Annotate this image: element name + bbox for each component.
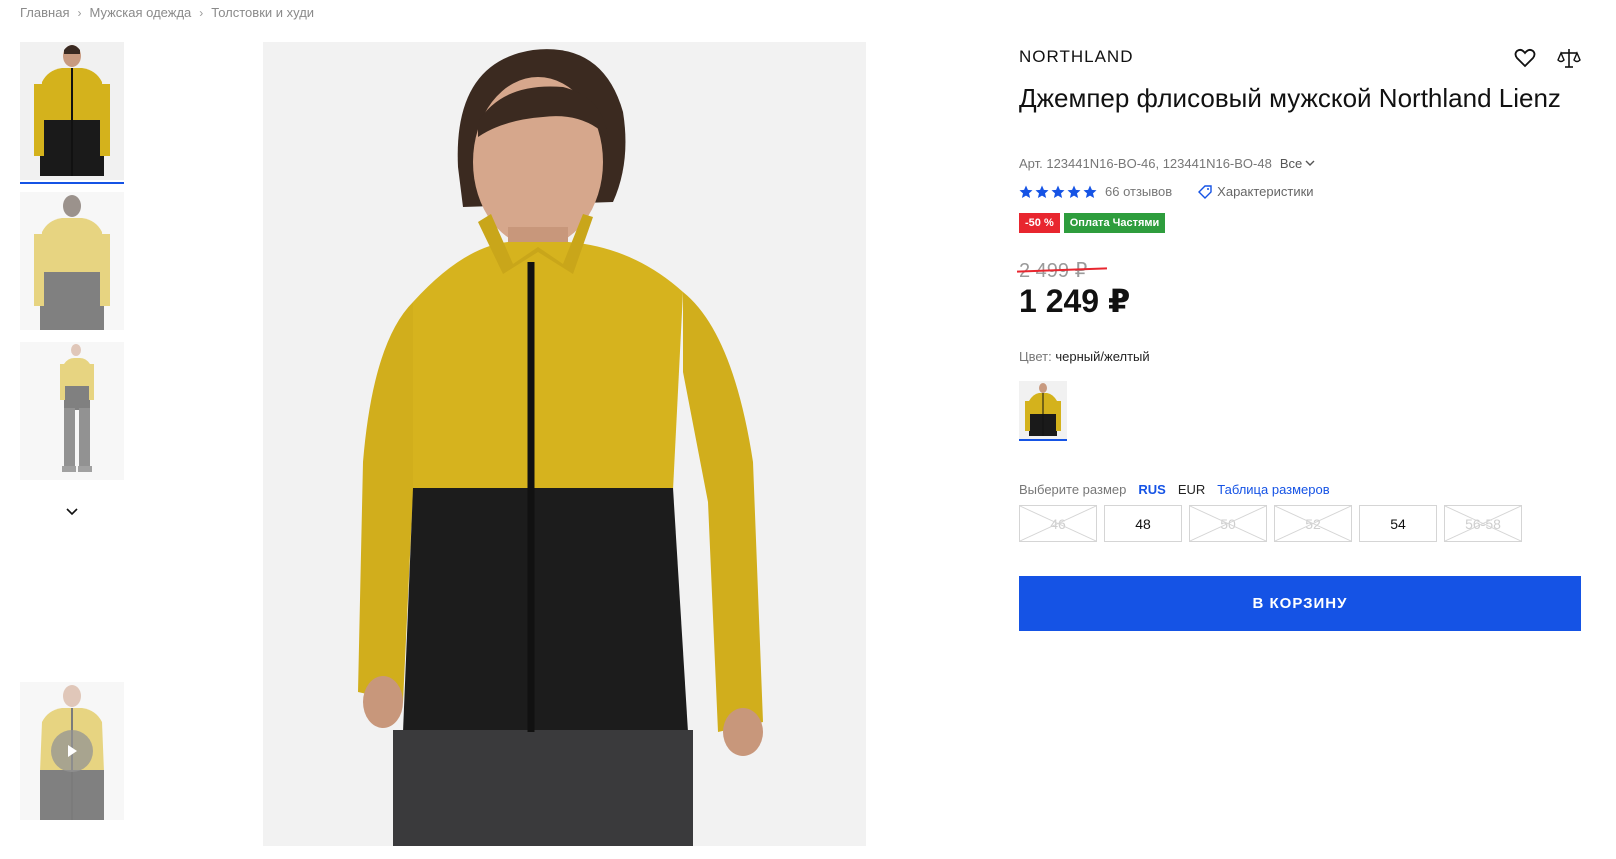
current-price: 1 249 ₽ [1019,283,1131,319]
color-label-text: Цвет: [1019,349,1052,364]
size-option-46[interactable]: 46 [1019,505,1097,542]
size-option-50[interactable]: 50 [1189,505,1267,542]
size-table-link[interactable]: Таблица размеров [1217,482,1329,497]
star-icon [1051,185,1065,198]
thumbnail-video[interactable] [20,682,124,820]
compare-scales-icon[interactable] [1557,46,1581,70]
article-all-label: Все [1279,156,1303,171]
reviews-link[interactable]: 66 отзывов [1105,184,1172,199]
thumbnail-front[interactable] [20,42,124,180]
chevron-down-icon [1305,160,1315,166]
rating-stars[interactable] [1019,185,1097,199]
size-option-56-58[interactable]: 56-58 [1444,505,1522,542]
color-value: черный/желтый [1055,349,1150,364]
breadcrumb-mens-clothing[interactable]: Мужская одежда [89,5,191,20]
heart-icon[interactable] [1513,46,1537,70]
color-swatch[interactable] [1019,381,1067,439]
breadcrumb-hoodies[interactable]: Толстовки и худи [211,5,314,20]
product-actions [1513,46,1581,70]
thumbnail-active-indicator [20,182,124,184]
article-all-toggle[interactable]: Все [1280,156,1315,171]
star-icon [1035,185,1049,198]
article-numbers: Арт. 123441N16-BO-46, 123441N16-BO-48 Вс… [1019,156,1315,171]
size-system-rus[interactable]: RUS [1138,482,1165,497]
add-to-cart-button[interactable]: В КОРЗИНУ [1019,576,1581,631]
article-text: Арт. 123441N16-BO-46, 123441N16-BO-48 [1019,156,1272,171]
color-label: Цвет: черный/желтый [1019,349,1150,364]
discount-badge: -50 % [1019,213,1060,233]
chevron-down-icon[interactable] [64,505,80,519]
size-system-eur[interactable]: EUR [1178,482,1205,497]
tag-icon [1198,184,1212,199]
badges: -50 % Оплата Частями [1019,213,1166,233]
rating-row: 66 отзывов Характеристики [1019,184,1314,199]
thumbnail-full-body[interactable] [20,342,124,480]
product-title: Джемпер флисовый мужской Northland Lienz [1019,83,1561,113]
breadcrumb: Главная › Мужская одежда › Толстовки и х… [20,5,314,20]
play-icon[interactable] [51,730,93,772]
size-label: Выберите размер [1019,482,1127,497]
star-icon [1067,185,1081,198]
main-product-image[interactable] [263,42,866,846]
swatch-active-indicator [1019,439,1067,441]
specs-label: Характеристики [1217,184,1314,199]
size-option-label: 54 [1390,515,1406,532]
chevron-right-icon: › [77,5,82,20]
size-selector-header: Выберите размер RUS EUR Таблица размеров [1019,482,1330,497]
size-option-label: 48 [1135,515,1151,532]
size-option-54[interactable]: 54 [1359,505,1437,542]
star-icon [1019,185,1033,198]
specs-link[interactable]: Характеристики [1198,184,1314,199]
breadcrumb-home[interactable]: Главная [20,5,69,20]
star-icon [1083,185,1097,198]
thumbnail-back[interactable] [20,192,124,330]
size-option-48[interactable]: 48 [1104,505,1182,542]
brand-name[interactable]: NORTHLAND [1019,47,1133,67]
size-option-52[interactable]: 52 [1274,505,1352,542]
size-options: 46 48 50 52 54 56-58 [1019,505,1522,542]
installments-badge[interactable]: Оплата Частями [1063,213,1166,233]
chevron-right-icon: › [199,5,204,20]
old-price: 2 499 ₽ [1016,258,1108,283]
